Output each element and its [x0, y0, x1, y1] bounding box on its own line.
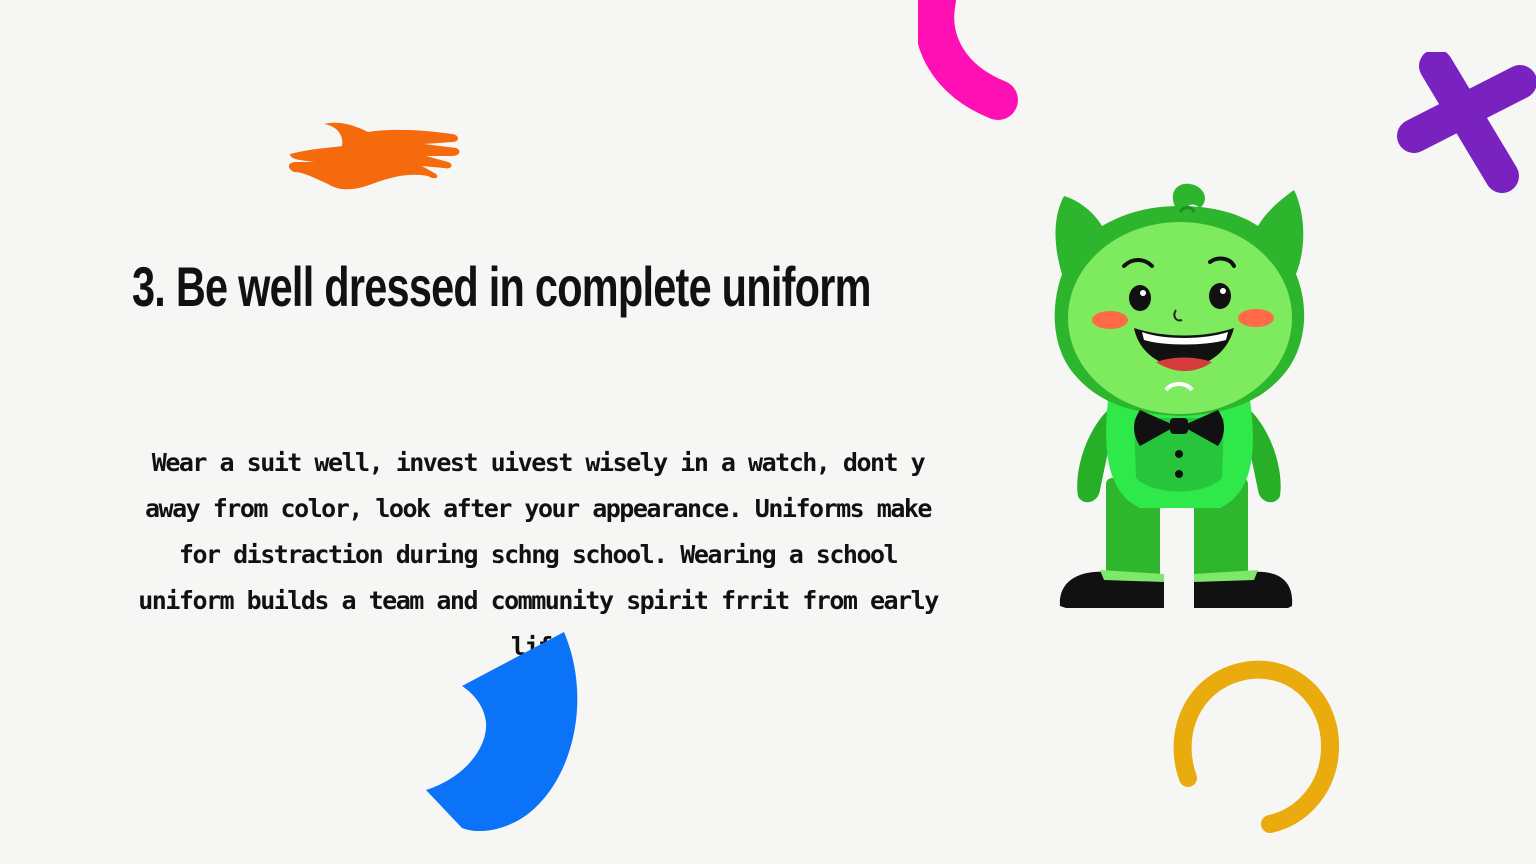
yellow-ring-icon [1170, 654, 1346, 836]
orange-hand-icon [284, 118, 464, 194]
green-mascot-icon [1044, 178, 1314, 614]
slide: 3. Be well dressed in complete uniform W… [0, 0, 1536, 864]
purple-cross-icon [1396, 52, 1536, 194]
slide-title: 3. Be well dressed in complete uniform [132, 255, 871, 318]
blue-crescent-icon [424, 628, 584, 834]
magenta-arc-icon [918, 0, 1028, 128]
